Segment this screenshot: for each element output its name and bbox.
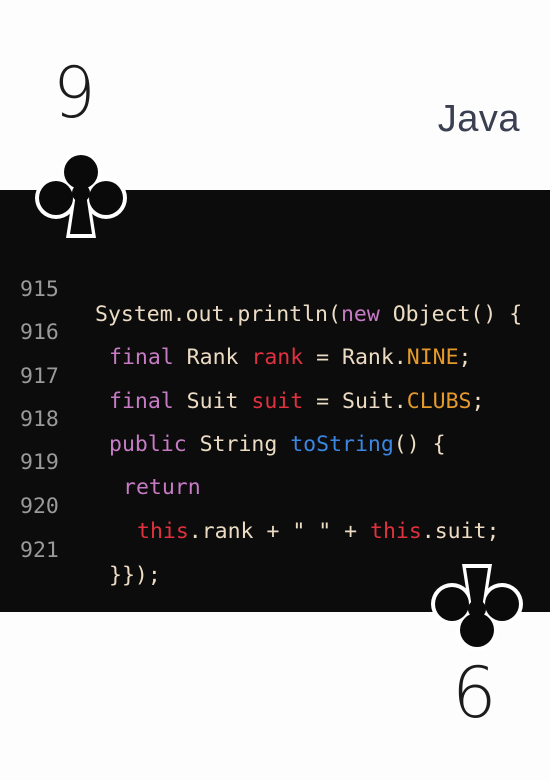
code-line: 920 this.rank + " " + this.suit; [0,469,499,544]
code-line: 921 }}); [0,513,161,588]
code-token: String [186,432,291,457]
code-token: = Suit. [303,389,407,414]
code-token: new [340,302,380,327]
rank-top: 9 [53,52,96,134]
code-line: 917 final Suit suit = Suit.CLUBS; [0,339,484,414]
code-token: this [370,519,422,544]
code-token: Suit [173,389,252,414]
code-token: () { [393,432,446,457]
code-token: suit [251,389,304,414]
code-token: = Rank. [303,345,407,370]
code-token: NINE [406,345,459,370]
line-number: 921 [20,538,59,563]
code-text: return [123,475,201,500]
code-token: .rank + " " + [188,519,370,544]
code-line: 915 System.out.println(new Object() { [0,252,522,327]
code-text: }}); [109,563,161,588]
code-token: toString [290,432,394,457]
code-token: }}); [109,563,161,588]
rank-bottom: 6 [452,652,497,734]
code-line: 918 public String toString() { [0,382,446,457]
code-text: final Suit suit = Suit.CLUBS; [109,389,484,414]
club-icon [35,151,127,238]
code-text: public String toString() { [109,432,446,457]
code-text: final Rank rank = Rank.NINE; [109,345,471,370]
language-label: Java [437,98,520,140]
code-line: 919 return [0,425,201,500]
code-token: Object() { [379,302,523,327]
code-token: this [137,519,189,544]
code-token: Rank [173,345,252,370]
code-token: final [109,389,174,414]
code-token: ; [458,345,472,370]
club-icon-inverted [431,564,523,651]
code-token: return [123,475,201,500]
code-text: System.out.println(new Object() { [95,302,522,327]
code-token: ; [471,389,485,414]
code-token: System.out.println( [95,302,341,327]
code-line: 916 final Rank rank = Rank.NINE; [0,295,471,370]
code-text: this.rank + " " + this.suit; [137,519,499,544]
code-token: public [109,432,187,457]
code-token: final [109,345,174,370]
playing-card: 9 Java 6 915 System.out.println(new Obje… [0,0,550,780]
code-token: .suit; [421,519,500,544]
code-token: CLUBS [406,389,472,414]
code-token: rank [251,345,304,370]
